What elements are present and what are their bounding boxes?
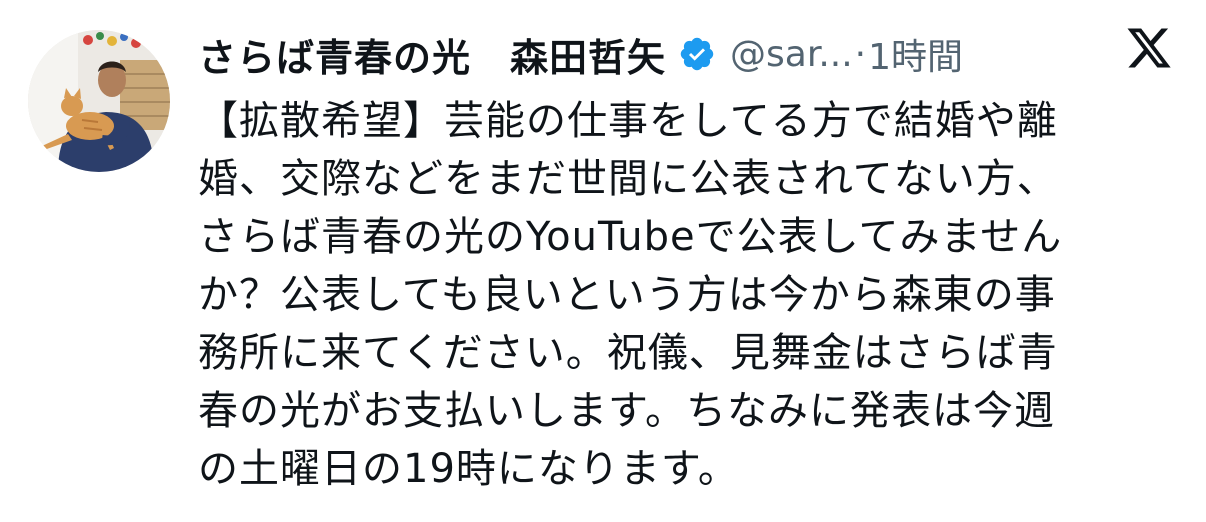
tweet-text-line: さらば青春の光のYouTubeで公表してみません (198, 214, 1063, 260)
tweet-text-line: か？公表しても良いという方は今から森東の事 (198, 272, 1056, 318)
tweet-text-line: 【拡散希望】芸能の仕事をしてる方で結婚や離 (198, 98, 1058, 144)
separator-dot: · (854, 33, 867, 75)
user-handle[interactable]: @sar... (730, 34, 853, 75)
avatar[interactable] (28, 30, 170, 172)
tweet-text-line: 春の光がお支払いします。ちなみに発表は今週 (198, 388, 1055, 434)
tweet-text-line: 務所に来てください。祝儀、見舞金はさらば青 (198, 330, 1058, 376)
verified-badge-icon (678, 35, 716, 73)
tweet-text-line: の土曜日の19時になります。 (198, 446, 739, 492)
x-logo-icon[interactable] (1124, 24, 1174, 72)
tweet-text-line: 婚、交際などをまだ世間に公表されてない方、 (198, 156, 1058, 202)
tweet-text: 【拡散希望】芸能の仕事をしてる方で結婚や離 婚、交際などをまだ世間に公表されてな… (198, 92, 1178, 498)
timestamp[interactable]: 1時間 (868, 28, 963, 80)
display-name[interactable]: さらば青春の光 森田哲矢 (198, 27, 666, 82)
tweet-header: さらば青春の光 森田哲矢 @sar... · 1時間 (198, 26, 963, 82)
tweet-card: さらば青春の光 森田哲矢 @sar... · 1時間 【拡散希望】芸能の仕事をし… (0, 0, 1206, 522)
